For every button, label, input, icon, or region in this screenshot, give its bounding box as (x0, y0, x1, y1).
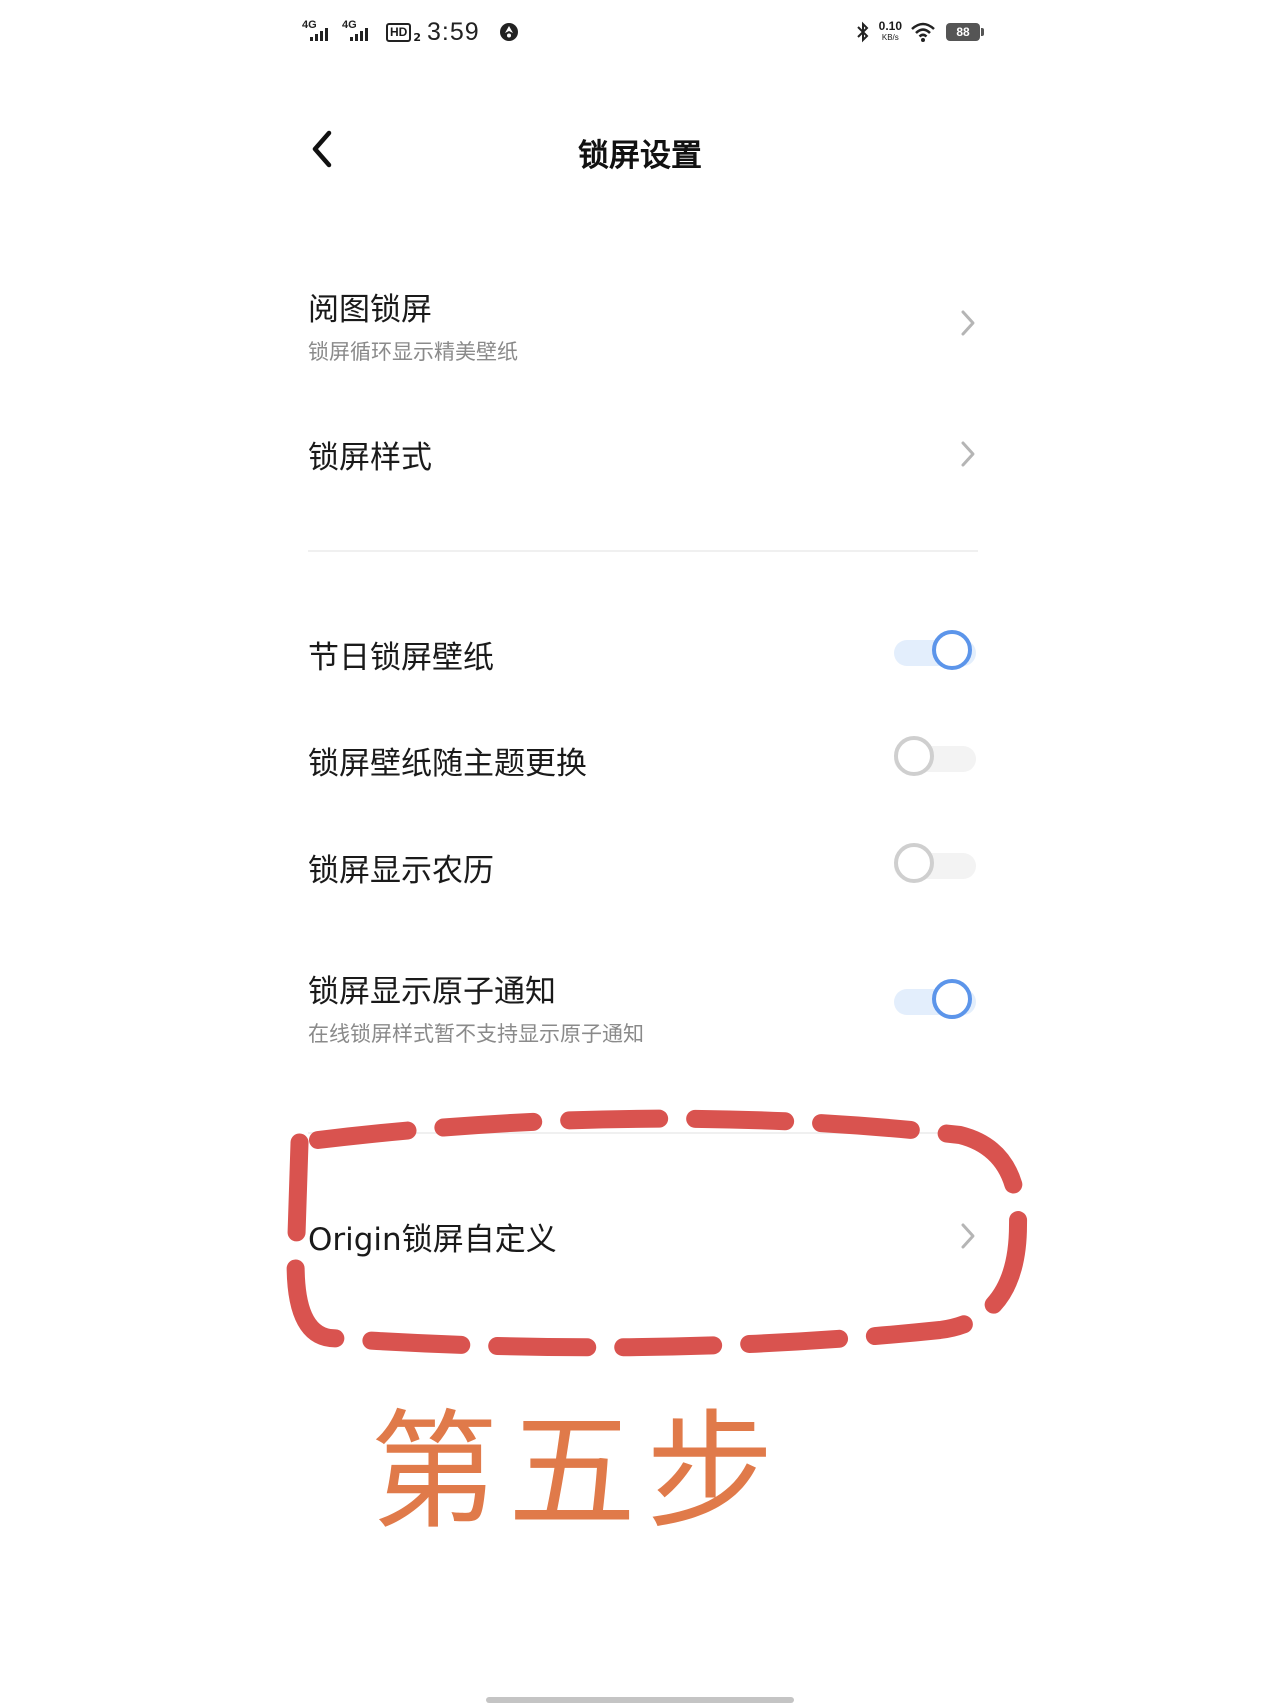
setting-row-wallpaper-follow-theme[interactable]: 锁屏壁纸随主题更换 (308, 734, 978, 786)
step-annotation-label: 第五步 (370, 1398, 785, 1547)
cellular-signal-icon: 4G (300, 17, 338, 47)
setting-label: 阅图锁屏 (308, 292, 432, 328)
network-speed-value: 0.10 (878, 19, 902, 33)
toggle-knob (932, 630, 972, 670)
home-indicator[interactable] (486, 1697, 794, 1703)
atomic-notification-toggle[interactable] (892, 977, 978, 1027)
status-bar-right: 0.10 KB/s 88 (855, 12, 984, 52)
setting-label: 锁屏样式 (308, 440, 432, 476)
section-divider (308, 1132, 978, 1134)
battery-icon: 88 (946, 23, 984, 41)
setting-row-holiday-wallpaper[interactable]: 节日锁屏壁纸 (308, 628, 978, 680)
network-speed: 0.10 KB/s (878, 19, 902, 43)
hd-voice-sim-label: 2 (413, 30, 421, 44)
status-bar-left: 4G 4G HD 2 3:59 (300, 12, 520, 52)
signal-bars (350, 28, 368, 41)
setting-row-lockscreen-style[interactable]: 锁屏样式 (308, 424, 978, 484)
cellular-signal-icon: 4G (340, 17, 378, 47)
wallpaper-follow-theme-toggle[interactable] (892, 734, 978, 784)
setting-row-lunar-calendar[interactable]: 锁屏显示农历 (308, 841, 978, 893)
signal-bars (310, 28, 328, 41)
network-speed-unit: KB/s (881, 33, 899, 42)
hd-voice-badge: HD (386, 22, 412, 42)
setting-label: 锁屏壁纸随主题更换 (308, 746, 587, 782)
status-bar: 4G 4G HD 2 3:59 0.10 KB/s 88 (300, 12, 984, 52)
setting-description: 锁屏循环显示精美壁纸 (308, 340, 518, 364)
status-time: 3:59 (427, 17, 480, 46)
setting-description: 在线锁屏样式暂不支持显示原子通知 (308, 1022, 644, 1046)
holiday-wallpaper-toggle[interactable] (892, 628, 978, 678)
chevron-right-icon (961, 1223, 975, 1249)
setting-row-picture-lockscreen[interactable]: 阅图锁屏 锁屏循环显示精美壁纸 (308, 278, 978, 368)
toggle-knob (894, 843, 934, 883)
lunar-calendar-toggle[interactable] (892, 841, 978, 891)
setting-row-atomic-notification[interactable]: 锁屏显示原子通知 在线锁屏样式暂不支持显示原子通知 (308, 962, 978, 1054)
setting-label: 节日锁屏壁纸 (308, 640, 494, 676)
page-title: 锁屏设置 (578, 138, 702, 174)
chevron-right-icon (961, 441, 975, 467)
chevron-right-icon (961, 310, 975, 336)
setting-label: 锁屏显示原子通知 (308, 974, 556, 1010)
vpn-icon (499, 23, 518, 41)
section-divider (308, 550, 978, 552)
wifi-icon (911, 22, 935, 42)
bluetooth-icon (856, 21, 869, 43)
toggle-knob (894, 736, 934, 776)
setting-label: Origin锁屏自定义 (308, 1222, 557, 1258)
toggle-knob (932, 979, 972, 1019)
setting-label: 锁屏显示农历 (308, 853, 494, 889)
setting-row-origin-lockscreen-custom[interactable]: Origin锁屏自定义 (308, 1206, 978, 1266)
